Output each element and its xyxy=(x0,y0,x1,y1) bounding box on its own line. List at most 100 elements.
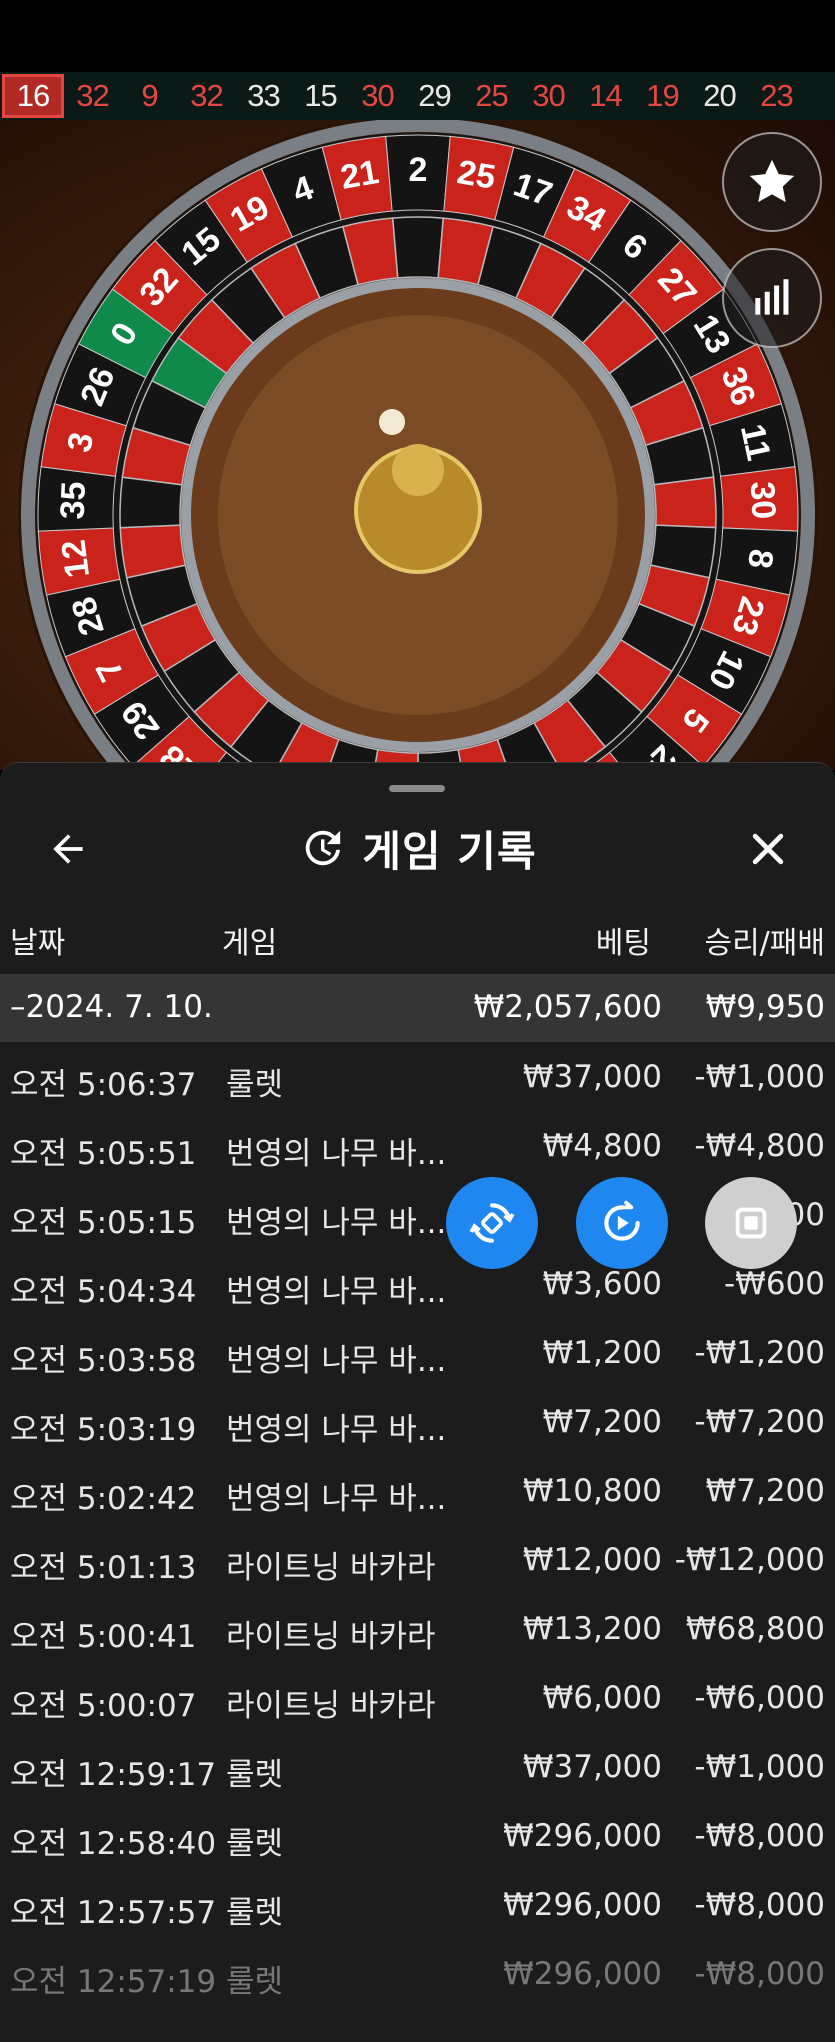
result-number: 30 xyxy=(532,78,565,113)
history-row[interactable]: 오전 5:05:51 번영의 나무 바... ₩4,800 -₩4,800 xyxy=(0,1111,835,1180)
row-time: 오전 5:02:42 xyxy=(10,1481,197,1517)
history-row[interactable]: 오전 12:57:19 룰렛 ₩296,000 -₩8,000 xyxy=(0,1939,835,2008)
row-game: 라이트닝 바카라 xyxy=(226,1619,436,1655)
row-time: 오전 5:00:41 xyxy=(10,1619,197,1655)
history-row[interactable]: 오전 12:59:17 룰렛 ₩37,000 -₩1,000 xyxy=(0,1732,835,1801)
row-winloss: ₩68,800 xyxy=(685,1611,825,1647)
history-row[interactable]: 오전 5:02:42 번영의 나무 바... ₩10,800 ₩7,200 xyxy=(0,1456,835,1525)
row-time: 오전 12:57:19 xyxy=(10,1964,217,2000)
history-icon xyxy=(306,830,341,866)
row-time: 오전 5:05:51 xyxy=(10,1136,197,1172)
row-winloss: ₩7,200 xyxy=(705,1473,825,1509)
result-number: 33 xyxy=(247,78,280,113)
wheel-pocket xyxy=(653,476,717,529)
history-row[interactable]: 오전 5:00:07 라이트닝 바카라 ₩6,000 -₩6,000 xyxy=(0,1663,835,1732)
row-time: 오전 5:04:34 xyxy=(10,1274,197,1310)
row-winloss: -₩8,000 xyxy=(694,1887,825,1923)
roulette-ball xyxy=(379,409,405,435)
replay-icon xyxy=(604,1200,640,1241)
row-bet: ₩6,000 xyxy=(542,1680,662,1716)
wheel-pocket xyxy=(119,476,183,529)
group-bet-total: ₩2,057,600 xyxy=(473,989,662,1025)
history-row[interactable]: 오전 5:03:19 번영의 나무 바... ₩7,200 -₩7,200 xyxy=(0,1387,835,1456)
row-winloss: -₩600 xyxy=(723,1266,825,1302)
row-bet: ₩37,000 xyxy=(522,1749,662,1785)
row-game: 라이트닝 바카라 xyxy=(226,1688,436,1724)
row-winloss: -₩8,000 xyxy=(694,1818,825,1854)
history-row[interactable]: 오전 12:57:57 룰렛 ₩296,000 -₩8,000 xyxy=(0,1870,835,1939)
stop-icon xyxy=(735,1207,767,1239)
screen: 16 32 9 32 33 15 30 29 25 30 14 19 20 23 0 32 15 19 4 21 2 2… xyxy=(0,0,835,2042)
row-bet: ₩7,200 xyxy=(542,1404,662,1440)
row-time: 오전 5:03:58 xyxy=(10,1343,197,1379)
back-button[interactable] xyxy=(42,823,94,875)
result-number: 15 xyxy=(304,78,337,113)
row-time: 오전 5:05:15 xyxy=(10,1205,197,1241)
arrow-left-icon xyxy=(53,834,83,864)
row-winloss: -₩7,200 xyxy=(694,1404,825,1440)
row-game: 라이트닝 바카라 xyxy=(226,1550,436,1586)
history-row[interactable]: 오전 5:03:58 번영의 나무 바... ₩1,200 -₩1,200 xyxy=(0,1318,835,1387)
wheel-number-label: 2 xyxy=(409,151,428,189)
row-bet: ₩12,000 xyxy=(522,1542,662,1578)
history-list: 오전 5:06:37 룰렛 ₩37,000 -₩1,000 오전 5:05:51 번영의 … xyxy=(0,1042,835,2008)
result-number: 32 xyxy=(190,78,223,113)
wheel-number-label: 35 xyxy=(54,481,94,520)
column-date[interactable]: 날짜 xyxy=(10,918,65,962)
close-icon xyxy=(752,833,784,865)
roulette-wheel: 0321519421225173462713361130823105241633… xyxy=(18,120,818,770)
row-winloss: -₩6,000 xyxy=(694,1680,825,1716)
wheel-number-label: 21 xyxy=(338,153,382,197)
history-row[interactable]: 오전 5:04:34 번영의 나무 바... ₩3,600 -₩600 xyxy=(0,1249,835,1318)
star-icon xyxy=(749,159,795,203)
result-number: 25 xyxy=(475,78,508,113)
row-game: 룰렛 xyxy=(226,1826,284,1862)
row-winloss: -₩4,800 xyxy=(694,1128,825,1164)
autoplay-button[interactable] xyxy=(446,1177,538,1269)
row-time: 오전 5:06:37 xyxy=(10,1067,197,1103)
history-row[interactable]: 오전 5:01:13 라이트닝 바카라 ₩12,000 -₩12,000 xyxy=(0,1525,835,1594)
row-game: 번영의 나무 바... xyxy=(226,1412,447,1448)
column-winloss[interactable]: 승리/패배 xyxy=(704,918,825,962)
row-game: 번영의 나무 바... xyxy=(226,1343,447,1379)
row-time: 오전 12:57:57 xyxy=(10,1895,217,1931)
result-number: 30 xyxy=(361,78,394,113)
history-row[interactable]: 오전 12:58:40 룰렛 ₩296,000 -₩8,000 xyxy=(0,1801,835,1870)
row-bet: ₩37,000 xyxy=(522,1059,662,1095)
row-game: 번영의 나무 바... xyxy=(226,1481,447,1517)
result-number: 23 xyxy=(760,78,793,113)
statistics-button[interactable] xyxy=(722,248,822,348)
row-game: 번영의 나무 바... xyxy=(226,1274,447,1310)
row-bet: ₩13,200 xyxy=(522,1611,662,1647)
wheel-number-label: 12 xyxy=(55,538,97,580)
result-number: 19 xyxy=(646,78,679,113)
results-strip: 16 32 9 32 33 15 30 29 25 30 14 19 20 23 xyxy=(0,72,835,120)
row-winloss: -₩12,000 xyxy=(674,1542,825,1578)
result-number: 9 xyxy=(141,78,158,113)
row-bet: ₩1,200 xyxy=(542,1335,662,1371)
replay-button[interactable] xyxy=(576,1177,668,1269)
column-bet[interactable]: 베팅 xyxy=(596,918,651,962)
row-game: 번영의 나무 바... xyxy=(226,1205,447,1241)
group-date: –2024. 7. 10. xyxy=(10,989,213,1025)
close-button[interactable] xyxy=(742,823,794,875)
group-winloss-total: ₩9,950 xyxy=(705,989,825,1025)
wheel-pocket xyxy=(391,216,445,279)
result-number: 29 xyxy=(418,78,451,113)
wheel-number-label: 25 xyxy=(454,153,498,197)
row-time: 오전 5:03:19 xyxy=(10,1412,197,1448)
result-number: 16 xyxy=(2,74,64,118)
stop-button[interactable] xyxy=(705,1177,797,1269)
drag-handle[interactable] xyxy=(389,785,445,792)
history-row[interactable]: 오전 5:00:41 라이트닝 바카라 ₩13,200 ₩68,800 xyxy=(0,1594,835,1663)
panel-header: 게임 기록 xyxy=(0,803,835,893)
row-time: 오전 5:00:07 xyxy=(10,1688,197,1724)
favorite-button[interactable] xyxy=(722,132,822,232)
status-area xyxy=(0,0,835,72)
date-group-row[interactable]: –2024. 7. 10. ₩2,057,600 ₩9,950 xyxy=(0,974,835,1042)
column-game[interactable]: 게임 xyxy=(222,918,277,962)
row-winloss: -₩1,200 xyxy=(694,1335,825,1371)
bar-chart-icon xyxy=(755,279,789,315)
row-game: 룰렛 xyxy=(226,1067,284,1103)
history-row[interactable]: 오전 5:06:37 룰렛 ₩37,000 -₩1,000 xyxy=(0,1042,835,1111)
